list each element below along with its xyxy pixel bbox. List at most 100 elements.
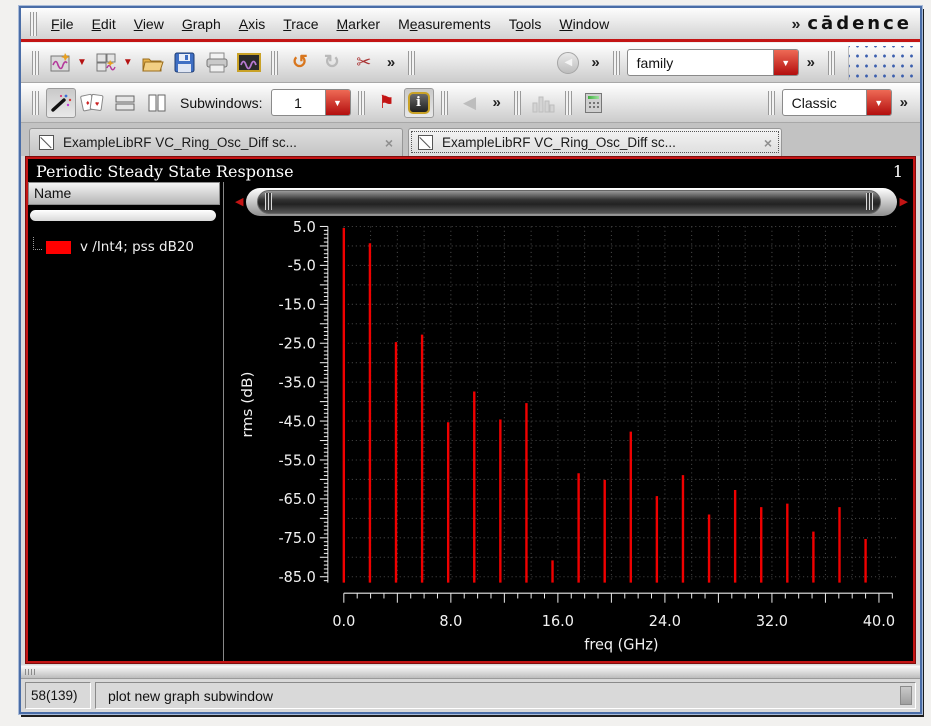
open-button[interactable]: [138, 48, 168, 78]
overflow-chevron[interactable]: »: [801, 54, 821, 71]
menubar-grip[interactable]: [30, 12, 37, 36]
theme-combobox-dropdown-icon[interactable]: ▼: [866, 90, 891, 115]
histogram-icon: [531, 93, 555, 113]
toolbar-grip[interactable]: [565, 91, 572, 115]
plot-svg[interactable]: 5.0-5.0-15.0-25.0-35.0-45.0-55.0-65.0-75…: [224, 218, 913, 661]
tab-graph-2[interactable]: ExampleLibRF VC_Ring_Osc_Diff sc... ×: [408, 128, 782, 156]
menu-marker[interactable]: Marker: [328, 12, 390, 36]
horizontal-split-button[interactable]: [110, 88, 140, 118]
flag-icon: ⚑: [378, 92, 394, 113]
menu-measurements[interactable]: Measurements: [389, 12, 500, 36]
subwindow-number: 1: [893, 162, 903, 181]
redo-icon: ↻: [324, 51, 340, 74]
toolbar-grip[interactable]: [514, 91, 521, 115]
slider-thumb[interactable]: [257, 190, 880, 214]
menu-edit[interactable]: Edit: [83, 12, 125, 36]
toolbar-grip[interactable]: [32, 51, 39, 75]
wizard-button[interactable]: [46, 88, 76, 118]
cut-button[interactable]: ✂: [349, 48, 379, 78]
theme-combobox[interactable]: Classic ▼: [782, 89, 892, 116]
slider-thumb-right-grip[interactable]: [866, 193, 873, 210]
status-resize-grip[interactable]: [900, 686, 912, 705]
previous-view-button[interactable]: ◀: [455, 88, 485, 118]
overflow-chevron[interactable]: »: [585, 54, 605, 71]
calculator-button[interactable]: [579, 88, 609, 118]
toolbar-grip[interactable]: [271, 51, 278, 75]
slider-right-arrow-icon[interactable]: ▶: [899, 195, 909, 208]
vertical-split-button[interactable]: [142, 88, 172, 118]
subwindows-combobox-value: 1: [272, 90, 325, 115]
menu-file[interactable]: File: [42, 12, 83, 36]
svg-text:24.0: 24.0: [649, 612, 681, 631]
graph-tab-icon: [39, 135, 54, 150]
overflow-chevron[interactable]: »: [487, 94, 507, 111]
new-window-button[interactable]: [46, 48, 76, 78]
bottom-splitter[interactable]: [21, 665, 920, 679]
subwindows-combobox-dropdown-icon[interactable]: ▼: [325, 90, 350, 115]
graph-subwindow: Periodic Steady State Response 1 Name v …: [26, 157, 915, 663]
toolbar-main: ▼ ▼ ↺ ↻ ✂ » ◀ » family ▼ »: [21, 43, 920, 83]
print-button[interactable]: [202, 48, 232, 78]
info-balloon-icon: i: [408, 92, 430, 114]
new-subwindow-button[interactable]: [92, 48, 122, 78]
waveform-display-icon: [237, 52, 261, 73]
toolbar-grip[interactable]: [358, 91, 365, 115]
tab-close-icon[interactable]: ×: [764, 135, 772, 151]
back-button[interactable]: ◀: [553, 48, 583, 78]
redo-button[interactable]: ↻: [317, 48, 347, 78]
histogram-button[interactable]: [528, 88, 558, 118]
toolbar-grip[interactable]: [32, 91, 39, 115]
menu-view[interactable]: View: [125, 12, 173, 36]
menu-graph[interactable]: Graph: [173, 12, 230, 36]
toolbar-grip[interactable]: [828, 51, 835, 75]
save-button[interactable]: [170, 48, 200, 78]
svg-text:-55.0: -55.0: [278, 451, 315, 470]
trace-label: v /Int4; pss dB20: [80, 239, 194, 255]
flag-button[interactable]: ⚑: [372, 88, 402, 118]
status-count: 58(139): [25, 682, 91, 709]
slider-track[interactable]: [246, 188, 896, 216]
overflow-chevron[interactable]: »: [894, 94, 914, 111]
toolbar-grip[interactable]: [408, 51, 415, 75]
svg-text:rms (dB): rms (dB): [238, 371, 255, 437]
menu-tools[interactable]: Tools: [500, 12, 551, 36]
trace-list-name-header[interactable]: Name: [28, 182, 220, 205]
slider-left-arrow-icon[interactable]: ◀: [234, 195, 244, 208]
playing-cards-icon: ♦♥: [80, 92, 106, 114]
cadence-logo: » cādence: [791, 13, 912, 34]
trace-list-panel: Name v /Int4; pss dB20: [28, 182, 224, 661]
toolbar-grip[interactable]: [768, 91, 775, 115]
slider-thumb-left-grip[interactable]: [265, 193, 272, 210]
new-subwindow-icon: [95, 52, 119, 74]
tree-guide: [33, 237, 42, 250]
menu-trace[interactable]: Trace: [274, 12, 327, 36]
trace-list-scrollbar[interactable]: [30, 210, 216, 221]
new-subwindow-dropdown-icon[interactable]: ▼: [123, 57, 133, 68]
trace-color-swatch[interactable]: [46, 241, 71, 254]
subwindows-combobox[interactable]: 1 ▼: [271, 89, 351, 116]
splitter-grip[interactable]: [25, 669, 35, 675]
annotation-button[interactable]: i: [404, 88, 434, 118]
tab-close-icon[interactable]: ×: [385, 135, 393, 151]
svg-text:16.0: 16.0: [542, 612, 574, 631]
svg-text:♦: ♦: [86, 100, 90, 107]
magic-wand-icon: [49, 92, 73, 114]
svg-text:8.0: 8.0: [439, 612, 462, 631]
family-combobox-dropdown-icon[interactable]: ▼: [773, 50, 798, 75]
menu-axis[interactable]: Axis: [230, 12, 274, 36]
svg-text:0.0: 0.0: [332, 612, 355, 631]
tab-label: ExampleLibRF VC_Ring_Osc_Diff sc...: [442, 135, 676, 150]
family-combobox-value: family: [628, 50, 773, 75]
new-window-dropdown-icon[interactable]: ▼: [77, 57, 87, 68]
legend-item[interactable]: v /Int4; pss dB20: [33, 239, 223, 255]
family-combobox[interactable]: family ▼: [627, 49, 799, 76]
toolbar-grip[interactable]: [441, 91, 448, 115]
display-settings-button[interactable]: [234, 48, 264, 78]
toolbar-grip[interactable]: [613, 51, 620, 75]
overflow-chevron[interactable]: »: [381, 54, 401, 71]
eye-diagram-button[interactable]: ♦♥: [78, 88, 108, 118]
undo-button[interactable]: ↺: [285, 48, 315, 78]
tab-graph-1[interactable]: ExampleLibRF VC_Ring_Osc_Diff sc... ×: [29, 128, 403, 156]
menu-window[interactable]: Window: [550, 12, 618, 36]
scissors-icon: ✂: [356, 52, 371, 73]
